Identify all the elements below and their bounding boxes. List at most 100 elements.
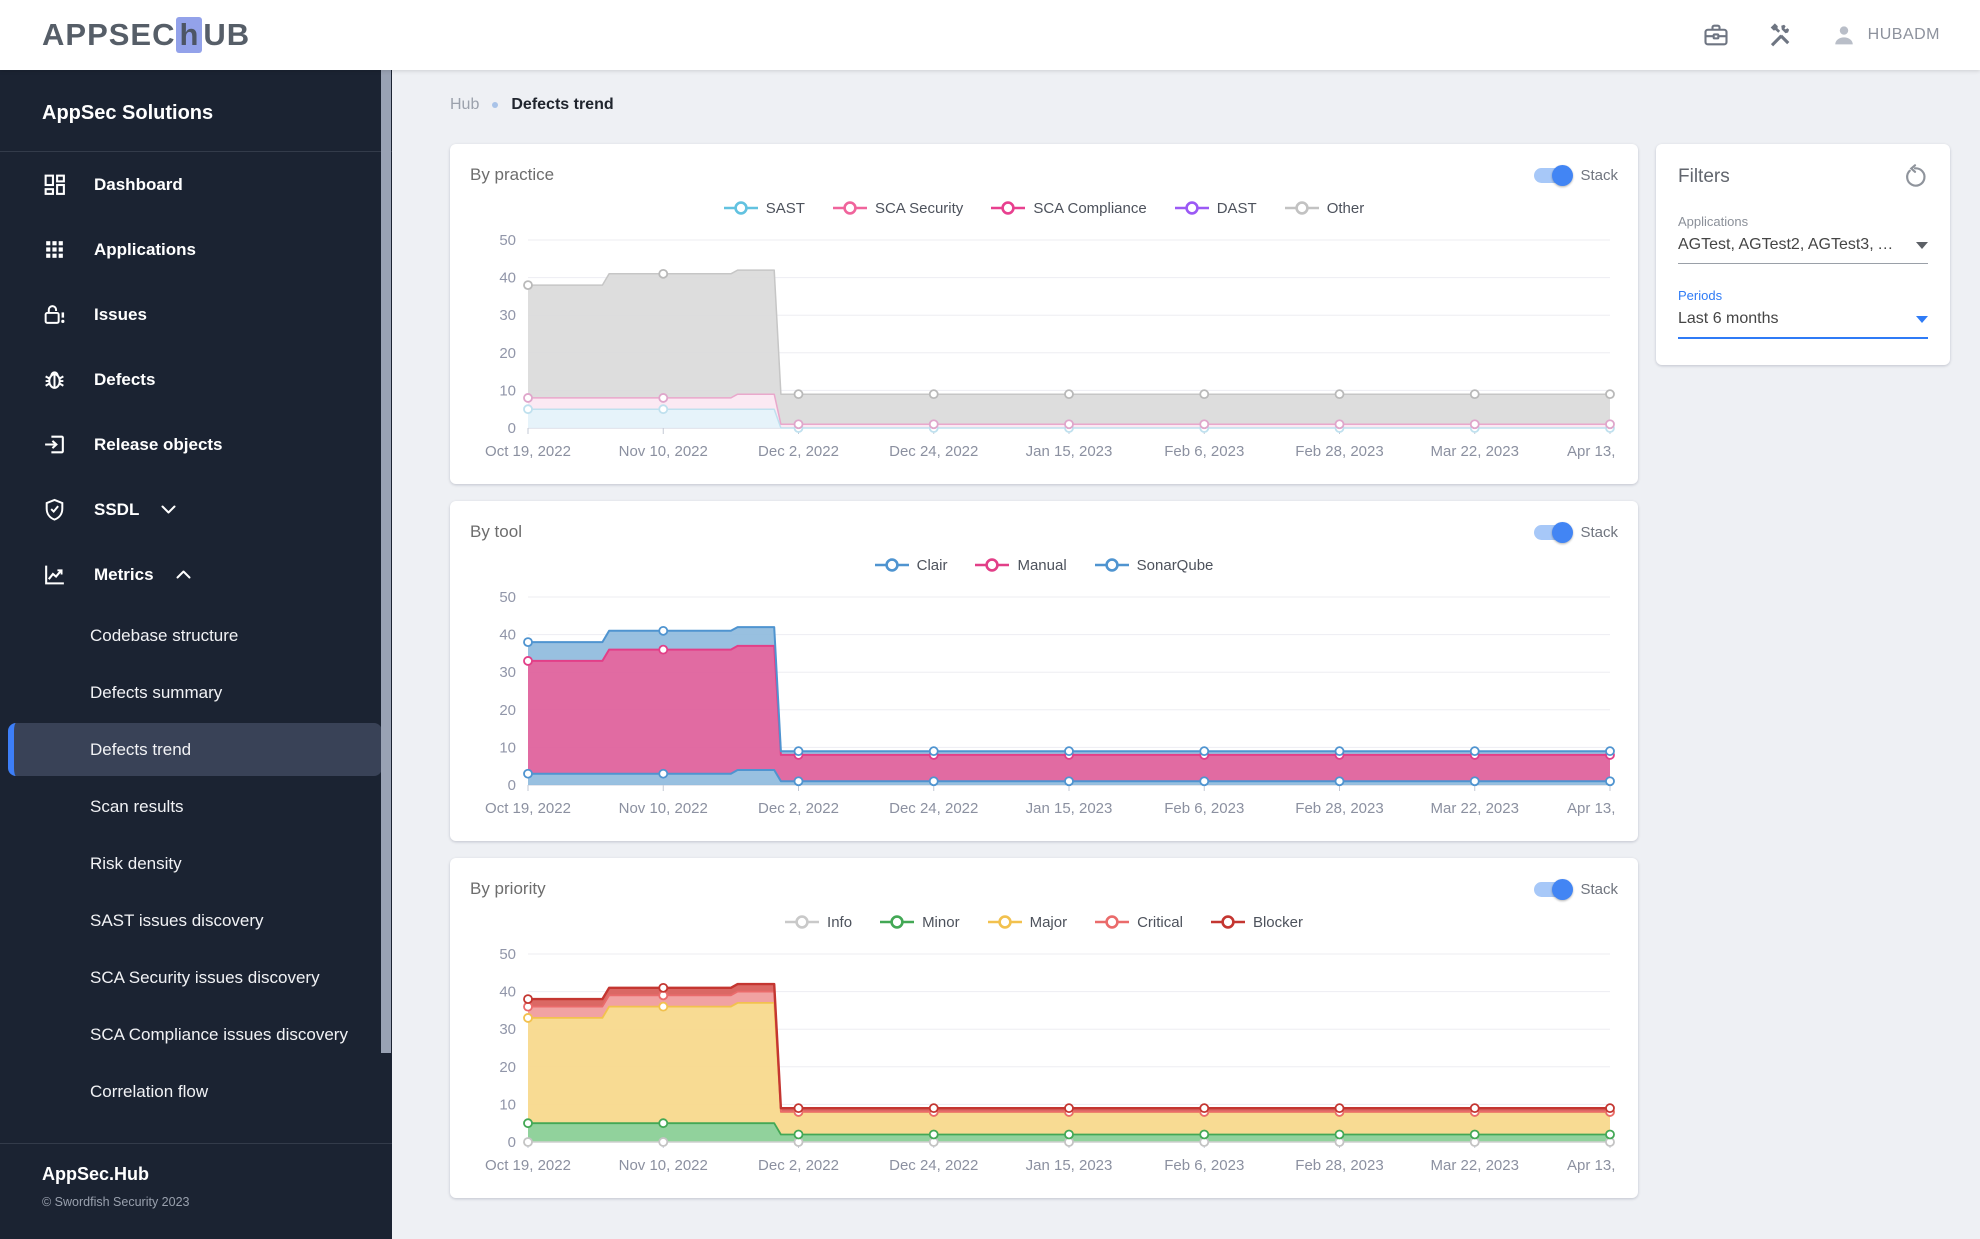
sidebar-subitem-scan-results[interactable]: Scan results [0, 778, 392, 835]
sidebar-item-issues[interactable]: Issues [0, 282, 392, 347]
logo-accent-letter: h [176, 17, 202, 53]
release-icon [42, 432, 67, 457]
legend-marker-icon [785, 915, 819, 929]
user-menu[interactable]: HUBADM [1830, 21, 1940, 49]
breadcrumb-root[interactable]: Hub [450, 96, 479, 114]
sidebar-subitem-label: Defects trend [90, 740, 191, 760]
sidebar-subitem-label: Risk density [90, 854, 182, 874]
sidebar-subitem-codebase-structure[interactable]: Codebase structure [0, 607, 392, 664]
top-bar: APPSEChUB [0, 0, 1980, 70]
chevron-down-icon [1916, 316, 1928, 323]
svg-text:Feb 6, 2023: Feb 6, 2023 [1164, 800, 1244, 817]
stack-toggle[interactable] [1534, 525, 1571, 540]
breadcrumb-separator-dot [492, 102, 498, 108]
briefcase-icon[interactable] [1702, 21, 1730, 49]
sidebar-item-ssdl[interactable]: SSDL [0, 477, 392, 542]
legend-item-minor[interactable]: Minor [880, 914, 960, 931]
sidebar-subitem-sast-issues-discovery[interactable]: SAST issues discovery [0, 892, 392, 949]
svg-text:Dec 2, 2022: Dec 2, 2022 [758, 1157, 839, 1174]
sidebar-item-dashboard[interactable]: Dashboard [0, 152, 392, 217]
legend-item-sca-security[interactable]: SCA Security [833, 200, 963, 217]
user-icon [1830, 21, 1858, 49]
sidebar-subitem-correlation-flow[interactable]: Correlation flow [0, 1063, 392, 1120]
periods-label: Periods [1678, 288, 1928, 303]
chart-card-by-practice: By practice Stack SASTSCA SecuritySCA Co… [450, 144, 1638, 484]
periods-field: Periods Last 6 months [1678, 288, 1928, 339]
legend-marker-icon [1285, 201, 1319, 215]
app-logo[interactable]: APPSEChUB [42, 17, 250, 53]
sidebar-item-label: Applications [94, 240, 196, 260]
svg-text:20: 20 [499, 702, 516, 719]
sidebar-subitem-defects-trend[interactable]: Defects trend [8, 723, 382, 776]
svg-text:Dec 24, 2022: Dec 24, 2022 [889, 800, 978, 817]
legend-label: DAST [1217, 200, 1257, 217]
sidebar-subitem-label: SCA Security issues discovery [90, 968, 320, 988]
sidebar-subitem-sca-compliance-issues-discovery[interactable]: SCA Compliance issues discovery [0, 1006, 392, 1063]
svg-text:40: 40 [499, 270, 516, 287]
svg-text:Feb 6, 2023: Feb 6, 2023 [1164, 443, 1244, 460]
chart-legend: Clair Manual SonarQube [470, 551, 1618, 579]
legend-item-other[interactable]: Other [1285, 200, 1365, 217]
sidebar-item-label: SSDL [94, 500, 139, 520]
sidebar-item-label: Issues [94, 305, 147, 325]
svg-text:Oct 19, 2022: Oct 19, 2022 [485, 800, 571, 817]
stack-toggle-label: Stack [1580, 524, 1618, 541]
dashboard-icon [42, 172, 67, 197]
sidebar-item-defects[interactable]: Defects [0, 347, 392, 412]
periods-select[interactable]: Last 6 months [1678, 310, 1928, 339]
sidebar-item-label: Dashboard [94, 175, 183, 195]
sidebar-subitem-sca-security-issues-discovery[interactable]: SCA Security issues discovery [0, 949, 392, 1006]
sidebar-footer-copyright: © Swordfish Security 2023 [42, 1195, 350, 1209]
legend-item-dast[interactable]: DAST [1175, 200, 1257, 217]
sidebar-subnav: Codebase structureDefects summary Defects… [0, 607, 392, 1120]
sidebar-item-label: Defects [94, 370, 155, 390]
breadcrumb: Hub Defects trend [450, 96, 1950, 114]
svg-text:Apr 13, 2023: Apr 13, 2023 [1567, 1157, 1618, 1174]
applications-value: AGTest, AGTest2, AGTest3, AG... [1678, 236, 1902, 254]
sidebar-item-applications[interactable]: Applications [0, 217, 392, 282]
svg-text:Oct 19, 2022: Oct 19, 2022 [485, 1157, 571, 1174]
legend-item-info[interactable]: Info [785, 914, 852, 931]
legend-marker-icon [880, 915, 914, 929]
area-chart-by-tool: 01020304050Oct 19, 2022Nov 10, 2022Dec 2… [470, 581, 1618, 833]
legend-marker-icon [833, 201, 867, 215]
chart-legend: SAST SCA Security SCA Compliance DAST Other [470, 194, 1618, 222]
legend-label: Other [1327, 200, 1365, 217]
legend-item-sast[interactable]: SAST [724, 200, 805, 217]
svg-text:Feb 28, 2023: Feb 28, 2023 [1295, 800, 1383, 817]
sidebar-footer: AppSec.Hub © Swordfish Security 2023 [0, 1143, 392, 1239]
applications-field: Applications AGTest, AGTest2, AGTest3, A… [1678, 214, 1928, 264]
legend-item-sonarqube[interactable]: SonarQube [1095, 557, 1214, 574]
toggle-knob [1552, 522, 1573, 543]
legend-item-sca-compliance[interactable]: SCA Compliance [991, 200, 1146, 217]
sidebar-subitem-defects-summary[interactable]: Defects summary [0, 664, 392, 721]
legend-item-clair[interactable]: Clair [875, 557, 948, 574]
legend-label: Info [827, 914, 852, 931]
reset-filters-icon[interactable] [1902, 164, 1928, 190]
applications-select[interactable]: AGTest, AGTest2, AGTest3, AG... [1678, 236, 1928, 264]
sidebar-item-metrics[interactable]: Metrics [0, 542, 392, 607]
chart-title: By practice [470, 165, 554, 185]
svg-text:40: 40 [499, 984, 516, 1001]
tools-icon[interactable] [1766, 21, 1794, 49]
sidebar-scrollbar-thumb[interactable] [381, 70, 391, 1053]
sidebar-subitem-risk-density[interactable]: Risk density [0, 835, 392, 892]
username-label: HUBADM [1868, 26, 1940, 44]
svg-text:Nov 10, 2022: Nov 10, 2022 [619, 1157, 708, 1174]
sidebar-subitem-label: Correlation flow [90, 1082, 208, 1102]
legend-item-major[interactable]: Major [988, 914, 1068, 931]
legend-item-manual[interactable]: Manual [975, 557, 1066, 574]
logo-text-post: UB [203, 17, 250, 53]
legend-item-blocker[interactable]: Blocker [1211, 914, 1303, 931]
chart-legend: Info Minor Major Critical Blocker [470, 908, 1618, 936]
stack-toggle[interactable] [1534, 168, 1571, 183]
legend-item-critical[interactable]: Critical [1095, 914, 1183, 931]
svg-text:50: 50 [499, 946, 516, 963]
svg-text:Apr 13, 2023: Apr 13, 2023 [1567, 443, 1618, 460]
svg-text:30: 30 [499, 307, 516, 324]
svg-text:Nov 10, 2022: Nov 10, 2022 [619, 800, 708, 817]
stack-toggle[interactable] [1534, 882, 1571, 897]
sidebar-item-release-objects[interactable]: Release objects [0, 412, 392, 477]
chart-title: By priority [470, 879, 546, 899]
svg-text:Mar 22, 2023: Mar 22, 2023 [1431, 443, 1519, 460]
